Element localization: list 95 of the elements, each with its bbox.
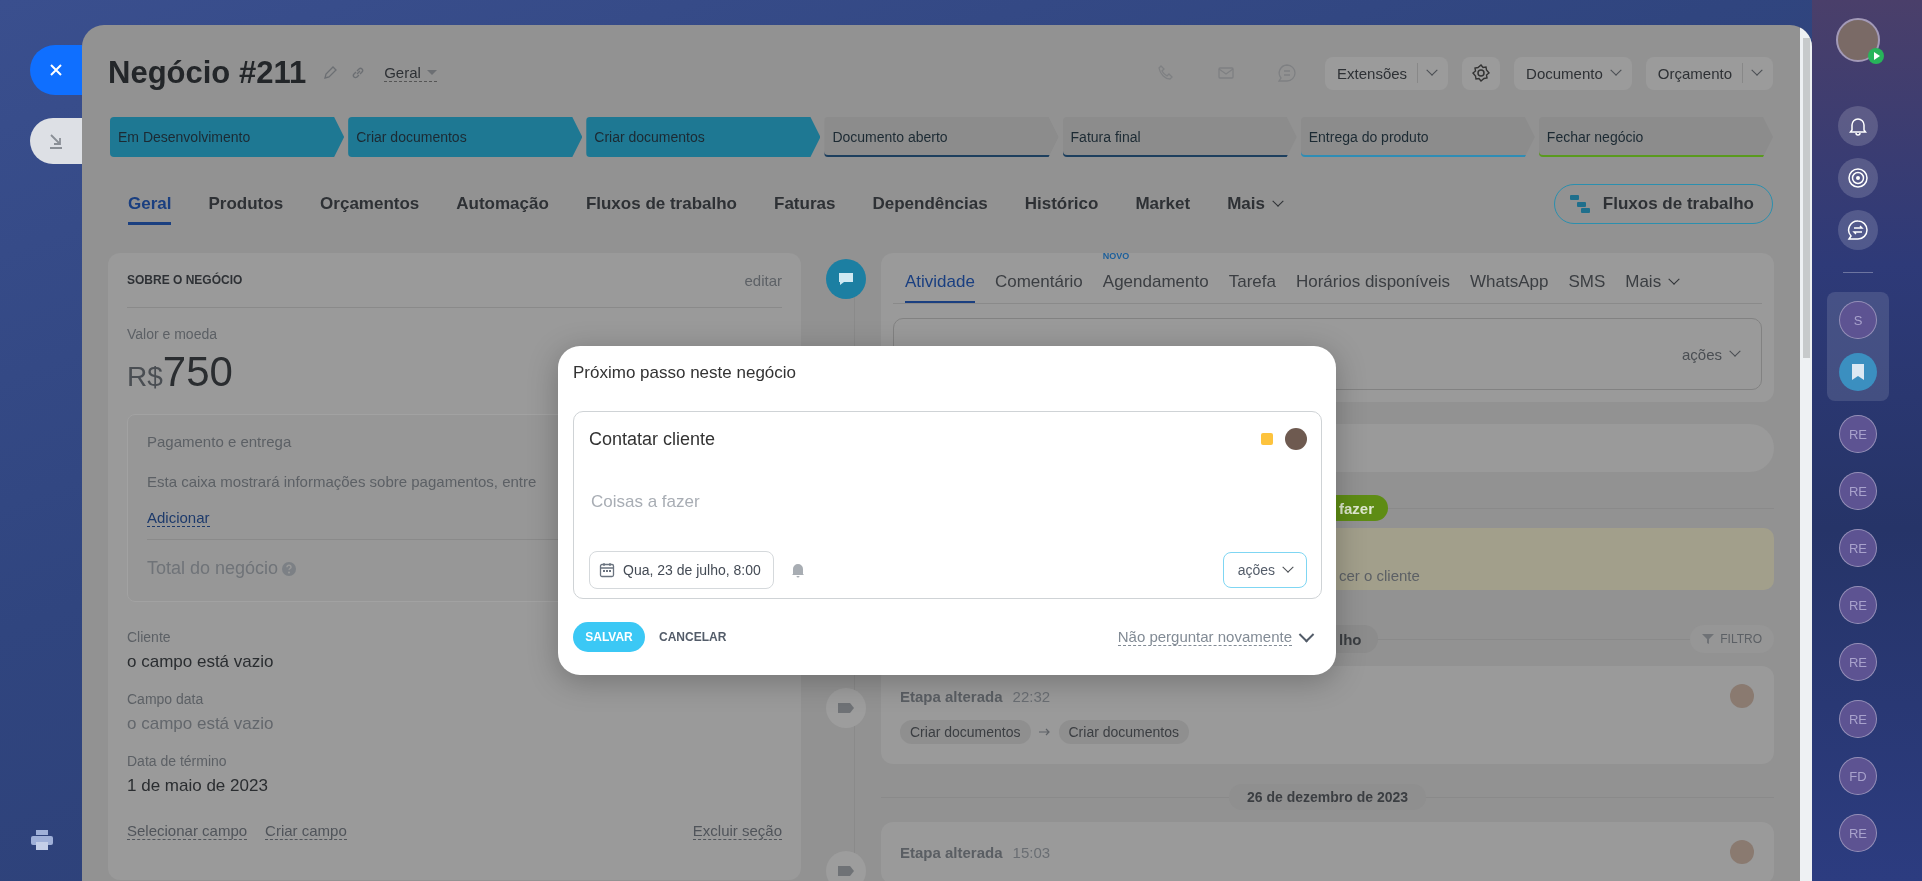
field-label: Campo data	[127, 691, 204, 707]
field-value: o campo está vazio	[127, 652, 274, 671]
activity-tab[interactable]: Horários disponíveis	[1295, 263, 1450, 303]
bookmark-button[interactable]	[1839, 353, 1877, 391]
chat-avatar[interactable]: RE	[1839, 472, 1877, 510]
tab[interactable]: Geral	[128, 183, 172, 225]
tag-icon	[826, 688, 866, 728]
chat-button[interactable]	[1838, 210, 1878, 250]
notifications-button[interactable]	[1838, 106, 1878, 146]
field-label: Data de término	[127, 753, 227, 769]
field-value: 1 de maio de 2023	[127, 776, 268, 795]
close-icon	[48, 62, 64, 78]
deal-title: Negócio #211	[108, 55, 307, 91]
field-link[interactable]: Criar campo	[265, 822, 347, 840]
play-icon	[1868, 48, 1884, 64]
tab[interactable]: Fluxos de trabalho	[585, 183, 737, 225]
section-title: SOBRE O NEGÓCIO	[127, 273, 243, 287]
stage-chip: Criar documentos	[900, 720, 1031, 744]
dialog-title: Próximo passo neste negócio	[573, 362, 798, 384]
tab[interactable]: Faturas	[774, 183, 836, 225]
stage-step[interactable]: Fechar negócio	[1538, 117, 1773, 157]
avatar	[1730, 684, 1754, 708]
chat-avatar[interactable]: RE	[1839, 586, 1877, 624]
tab[interactable]: Produtos	[208, 183, 284, 225]
tag-icon	[826, 851, 866, 881]
edit-link[interactable]: editar	[744, 271, 782, 289]
panel-title: Pagamento e entrega	[147, 433, 292, 450]
activity-tab[interactable]: SMS	[1568, 263, 1606, 303]
activity-tab[interactable]: Atividade	[905, 263, 975, 303]
stage-step[interactable]: Documento aberto	[824, 117, 1059, 157]
calendar-icon	[599, 562, 615, 578]
stage-step[interactable]: Em Desenvolvimento	[110, 117, 345, 157]
field-label: Cliente	[127, 629, 171, 645]
currency-symbol: R$	[127, 361, 163, 393]
stage-chip: Criar documentos	[1058, 720, 1189, 744]
avatar	[1730, 840, 1754, 864]
bookmark-icon	[1851, 363, 1865, 381]
stage-step[interactable]: Fatura final	[1062, 117, 1297, 157]
actions-dropdown[interactable]: ações	[1681, 345, 1739, 363]
activity-tab[interactable]: Mais	[1625, 263, 1679, 303]
comment-icon	[826, 259, 866, 299]
spiral-icon	[1847, 167, 1869, 189]
tab[interactable]: Mais	[1227, 183, 1282, 225]
settings-button[interactable]	[1462, 56, 1501, 90]
goal-button[interactable]	[1838, 158, 1878, 198]
chat-avatar[interactable]: FD	[1839, 757, 1877, 795]
date-picker[interactable]: Qua, 23 de julho, 8:00	[589, 551, 774, 589]
arrow-down-right-icon	[47, 132, 65, 150]
new-label: NOVO	[1102, 251, 1130, 261]
task-subject[interactable]: Contatar cliente	[589, 428, 716, 450]
filter-button[interactable]: FILTRO	[1690, 625, 1774, 653]
close-button[interactable]	[30, 45, 82, 95]
tab[interactable]: Orçamentos	[320, 183, 420, 225]
category-selector[interactable]: Geral	[384, 64, 437, 82]
chat-avatar[interactable]: RE	[1839, 529, 1877, 567]
entry-title: Etapa alterada	[900, 843, 1003, 861]
add-link[interactable]: Adicionar	[147, 509, 210, 527]
chat-avatar[interactable]: S	[1839, 301, 1877, 339]
task-text: cer o cliente	[1339, 567, 1420, 584]
dont-ask-dropdown[interactable]: Não perguntar novamente	[1117, 628, 1312, 646]
dropdown-button[interactable]: Documento	[1514, 56, 1632, 90]
delete-section-link[interactable]: Excluir seção	[692, 822, 782, 840]
entry-title: Etapa alterada	[900, 687, 1003, 705]
activity-tab[interactable]: Comentário	[994, 263, 1083, 303]
field-label: Valor e moeda	[127, 326, 218, 342]
filter-icon	[1702, 633, 1715, 645]
chat-avatar[interactable]: RE	[1839, 643, 1877, 681]
field-link[interactable]: Selecionar campo	[127, 822, 248, 840]
arrow-right-icon	[1038, 728, 1051, 736]
minimize-button[interactable]	[30, 118, 82, 164]
workflow-icon	[1568, 194, 1591, 214]
amount-value: 750	[162, 348, 233, 396]
bell-icon	[1848, 116, 1868, 136]
stage-step[interactable]: Criar documentos	[586, 117, 821, 157]
stage-step[interactable]: Criar documentos	[348, 117, 583, 157]
split-button[interactable]: Orçamento	[1645, 56, 1773, 90]
activity-tab[interactable]: Tarefa	[1228, 263, 1276, 303]
chat-avatar[interactable]: RE	[1839, 415, 1877, 453]
chat-swap-icon	[1847, 219, 1869, 241]
actions-dropdown[interactable]: ações	[1222, 552, 1307, 588]
chat-avatar[interactable]: RE	[1839, 700, 1877, 738]
tab[interactable]: Automação	[456, 183, 549, 225]
stage-step[interactable]: Entrega do produto	[1300, 117, 1535, 157]
split-button[interactable]: Extensões	[1325, 56, 1449, 90]
settings-icon	[1471, 63, 1492, 83]
chat-avatar[interactable]: RE	[1839, 814, 1877, 852]
activity-tab[interactable]: WhatsApp	[1469, 263, 1549, 303]
tab[interactable]: Dependências	[872, 183, 988, 225]
cancel-button[interactable]: CANCELAR	[659, 630, 727, 644]
avatar[interactable]	[1285, 428, 1307, 450]
tab[interactable]: Histórico	[1024, 183, 1099, 225]
panel-description: Esta caixa mostrará informações sobre pagamentos, entre	[147, 473, 537, 490]
printer-icon[interactable]	[30, 829, 54, 851]
scrollbar[interactable]	[1802, 38, 1810, 358]
tab[interactable]: Market	[1135, 183, 1191, 225]
